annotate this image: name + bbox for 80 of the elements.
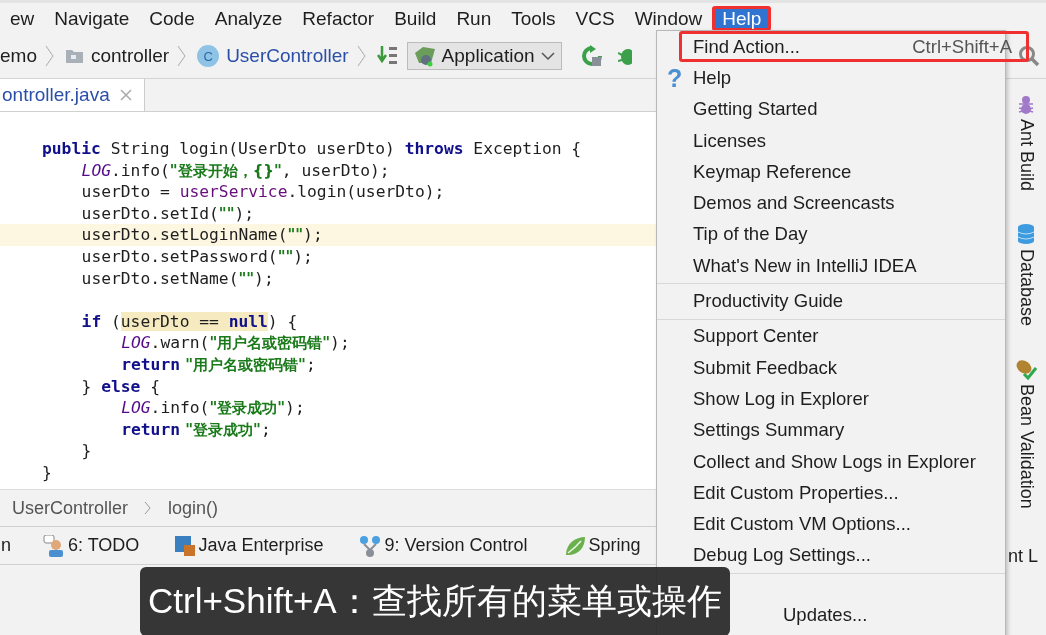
menu-item[interactable]: Settings Summary [657,414,1005,446]
ant-icon [1017,95,1035,115]
database-icon [1017,223,1035,246]
menu-item[interactable]: Licenses [657,124,1005,157]
menu-item[interactable]: Find Action... Ctrl+Shift+A [679,31,1029,63]
menu-item[interactable]: Support Center [657,320,1005,352]
menu-item[interactable]: Analyze [204,6,293,31]
code-line: userDto = userService.login(userDto); [81,181,445,203]
sort-icon [376,45,399,67]
tool-window-button[interactable]: Ant Build [1015,95,1037,192]
menu-item[interactable]: Build [384,6,447,31]
menu-item[interactable]: Collect and Show Logs in Explorer [657,445,1005,478]
class-icon: C [197,45,220,67]
tool-window-button[interactable]: 9: Version Control [359,534,528,557]
tool-window-button[interactable]: Java Enterprise [175,535,324,556]
java-enterprise-icon [175,535,196,556]
menu-item[interactable]: ew [0,6,45,31]
editor-tab[interactable]: ontroller.java [0,79,145,111]
person-icon [43,534,65,557]
menu-item[interactable]: Updates... [783,599,868,631]
menu-item[interactable]: Getting Started [657,93,1005,125]
breadcrumb-item[interactable]: emo [0,45,37,67]
menu-item[interactable]: What's New in IntelliJ IDEA [657,250,1005,282]
menu-item[interactable]: Edit Custom VM Options... [657,508,1005,540]
code-line: return "用户名或密码错"; [121,353,316,376]
menu-item[interactable]: Submit Feedback [657,351,1005,384]
rerun-icon [579,45,602,67]
menu-item[interactable]: Demos and Screencasts [657,187,1005,219]
chevron-down-icon [540,51,555,61]
menu-item[interactable]: Edit Custom Properties... [657,477,1005,509]
close-icon [119,89,132,101]
code-line: userDto.setName(""); [81,267,274,290]
menu-item[interactable]: Tools [501,6,566,31]
chevron-icon [144,501,153,515]
menu-item[interactable]: Code [139,6,205,31]
menu-item[interactable]: Productivity Guide [657,285,1005,317]
code-line: userDto.setId(""); [81,202,255,225]
app-config-icon [413,45,436,67]
menu-item[interactable]: Refactor [292,6,385,31]
chevron-icon [177,45,188,67]
chevron-icon [44,45,55,67]
menu-item[interactable]: Tip of the Day [657,218,1005,251]
menu-item[interactable]: Show Log in Explorer [657,383,1005,415]
code-line: userDto.setPassword(""); [81,245,313,268]
tool-window-button[interactable]: Bean Validation [1015,358,1037,509]
folder-icon [64,47,84,65]
breadcrumb-item[interactable]: UserController [226,45,349,67]
menu-item[interactable]: VCS [565,6,625,31]
code-line: return "登录成功"; [121,418,271,441]
menu-item[interactable]: ? Help [657,62,1005,94]
code-line: LOG.info("登录开始，{}", userDto); [81,159,390,182]
menu-item[interactable]: Keymap Reference [657,156,1005,188]
question-mark-icon: ? [667,64,683,94]
leaf-icon [563,534,586,557]
tool-window-label: nt L [1007,546,1039,567]
tool-window-button[interactable]: Spring [563,534,641,557]
code-line: public String login(UserDto userDto) throws Exception { [42,138,582,160]
branch-icon [359,534,382,557]
tool-window-button[interactable]: n [1,535,11,556]
code-line: userDto.setLoginName(""); [81,224,323,247]
code-line: LOG.info("登录成功"); [121,397,305,420]
code-line: if (userDto == null) { [81,310,298,333]
code-line: LOG.warn("用户名或密码错"); [121,332,350,355]
code-line: } [81,440,92,462]
menu-item[interactable]: Run [446,6,502,31]
bean-icon [1015,358,1037,381]
menu-item[interactable]: Help [712,6,772,31]
tool-window-button[interactable]: 6: TODO [43,534,140,557]
breadcrumb-item[interactable]: login() [168,497,219,519]
menu-item[interactable]: Window [624,6,713,31]
menu-item[interactable]: Navigate [44,6,140,31]
code-line: } [42,461,52,484]
chevron-icon [356,45,367,67]
breadcrumb-item[interactable]: controller [90,45,170,67]
video-caption: Ctrl+Shift+A：查找所有的菜单或操作 [140,567,730,635]
tool-window-button[interactable]: Database [1015,223,1037,327]
run-configuration-dropdown[interactable]: Application [406,42,562,70]
search-icon[interactable] [1018,45,1040,67]
code-line: } else { [81,375,161,398]
breadcrumb-item[interactable]: UserController [12,497,129,519]
